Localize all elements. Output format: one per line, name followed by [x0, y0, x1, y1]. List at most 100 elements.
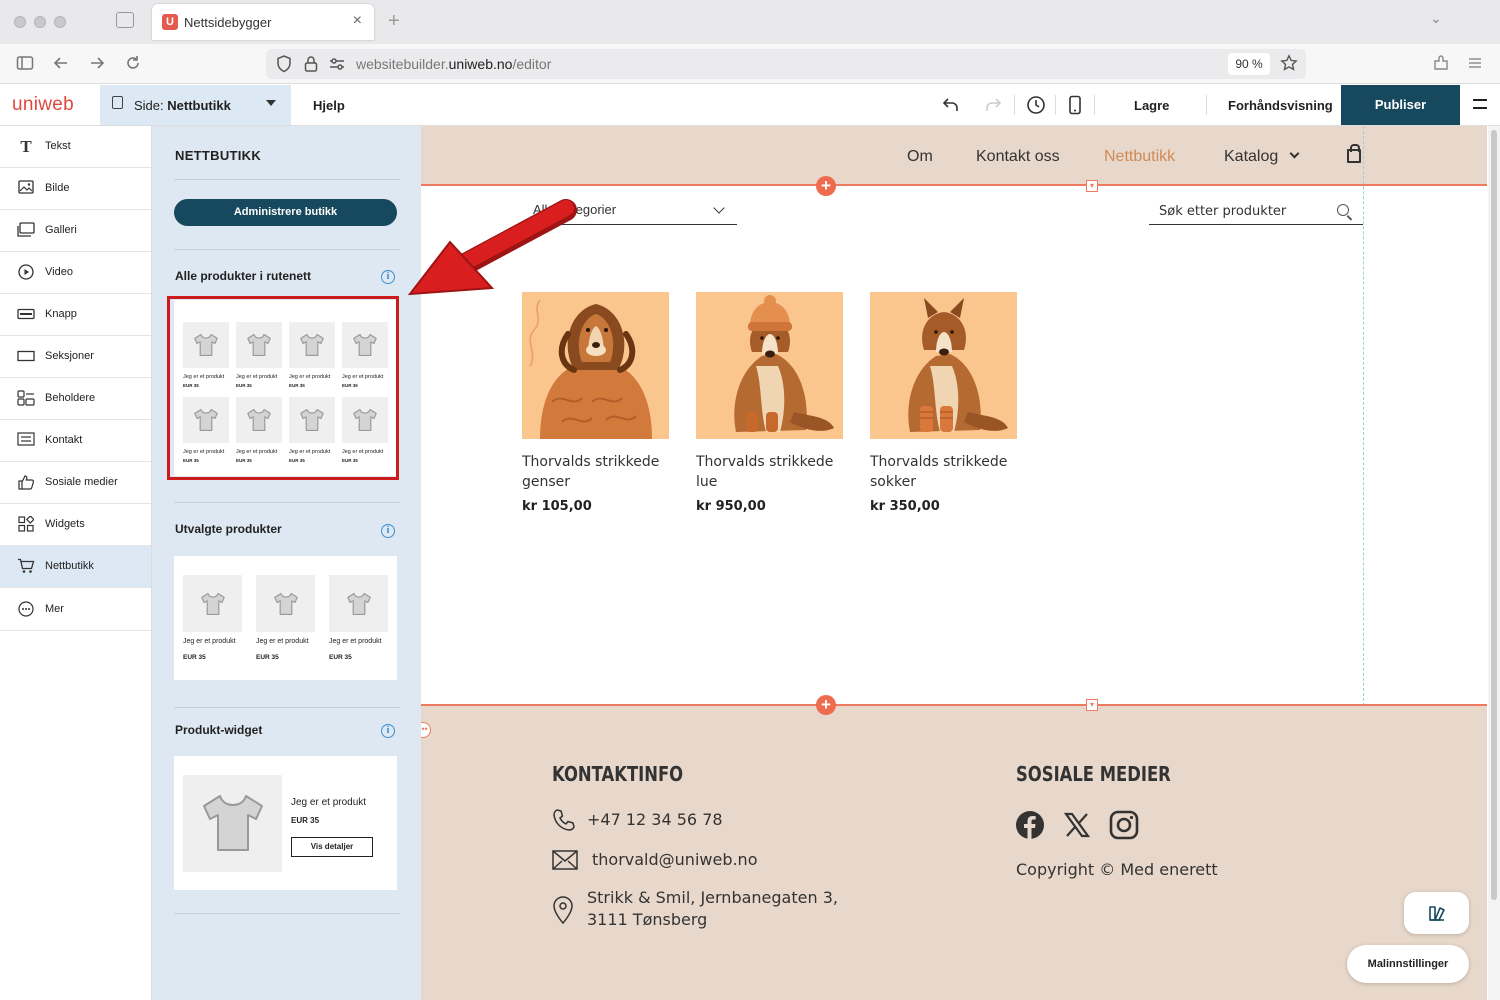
mini-product-name: Jeg er et produkt	[256, 638, 309, 645]
section-down-icon[interactable]: ▾	[1086, 180, 1098, 192]
section-options-icon[interactable]: •••	[421, 722, 431, 738]
zoom-level-badge[interactable]: 90 %	[1228, 53, 1270, 75]
tool-item-gallery[interactable]: Galleri	[0, 210, 151, 252]
editor-top-bar: uniweb Side: Nettbutikk Hjelp Lagre Forh…	[0, 85, 1500, 126]
product-widget-template[interactable]: Jeg er et produkt EUR 35 Vis detaljer	[174, 756, 397, 890]
hamburger-menu-icon[interactable]	[1473, 99, 1487, 109]
reload-icon[interactable]	[124, 54, 142, 75]
preview-button[interactable]: Forhåndsvisning	[1228, 98, 1333, 113]
text-icon: T	[20, 137, 32, 156]
contact-address-line2: 3111 Tønsberg	[587, 910, 708, 929]
tool-item-social-media[interactable]: Sosiale medier	[0, 462, 151, 504]
browser-tab-title: Nettsidebygger	[184, 15, 272, 30]
manage-shop-button[interactable]: Administrere butikk	[174, 199, 397, 226]
highlight-box	[167, 296, 399, 480]
tool-item-button[interactable]: Knapp	[0, 294, 151, 336]
tool-item-contact[interactable]: Kontakt	[0, 420, 151, 462]
tool-label: Kontakt	[45, 434, 83, 446]
dog-hat-image[interactable]	[696, 292, 843, 439]
contact-email[interactable]: thorvald@uniweb.no	[592, 849, 757, 871]
product-search	[1149, 201, 1363, 225]
save-button[interactable]: Lagre	[1134, 98, 1169, 113]
mobile-view-icon[interactable]	[1068, 95, 1082, 119]
history-icon[interactable]	[1026, 95, 1046, 119]
back-arrow-icon[interactable]	[52, 54, 70, 75]
contact-address-line1: Strikk & Smil, Jernbanegaten 3,	[587, 888, 838, 907]
app-menu-icon[interactable]	[1466, 54, 1484, 75]
lock-icon[interactable]	[304, 55, 318, 76]
tool-item-widgets[interactable]: Widgets	[0, 504, 151, 546]
add-section-icon[interactable]: +	[816, 695, 836, 715]
window-close-dot[interactable]	[14, 16, 26, 28]
containers-icon	[17, 390, 35, 408]
view-details-button: Vis detaljer	[291, 837, 373, 857]
dog-sweater-image[interactable]	[522, 292, 669, 439]
tool-label: Beholdere	[45, 392, 96, 404]
annotation-arrow-icon	[407, 199, 577, 296]
site-header[interactable]: Om Kontakt oss Nettbutikk Katalog	[421, 126, 1487, 186]
nav-link-shop[interactable]: Nettbutikk	[1104, 148, 1175, 166]
uniweb-logo[interactable]: uniweb	[12, 94, 74, 116]
info-icon[interactable]: i	[381, 270, 395, 284]
tool-item-sections[interactable]: Seksjoner	[0, 336, 151, 378]
window-zoom-dot[interactable]	[54, 16, 66, 28]
shopping-bag-icon[interactable]	[1347, 144, 1361, 163]
widget-product-price: EUR 35	[291, 816, 320, 825]
phone-icon	[552, 808, 576, 837]
canvas-scrollbar[interactable]	[1488, 126, 1500, 1000]
info-icon[interactable]: i	[381, 724, 395, 738]
toolbar-divider	[1206, 95, 1207, 115]
tool-item-more[interactable]: Mer	[0, 589, 151, 631]
window-minimize-dot[interactable]	[34, 16, 46, 28]
tshirt-icon	[183, 775, 282, 872]
product-name[interactable]: Thorvalds strikkede sokker	[870, 452, 1017, 492]
nav-link-contact[interactable]: Kontakt oss	[976, 148, 1060, 166]
facebook-icon[interactable]	[1015, 810, 1045, 840]
tool-label: Knapp	[45, 308, 77, 320]
tool-item-shop[interactable]: Nettbutikk	[0, 546, 151, 588]
publish-button[interactable]: Publiser	[1341, 85, 1460, 125]
section-down-icon[interactable]: ▾	[1086, 699, 1098, 711]
tool-item-video[interactable]: Video	[0, 252, 151, 294]
featured-products-template[interactable]: Jeg er et produkt EUR 35 Jeg er et produ…	[174, 556, 397, 680]
sidebar-toggle-icon[interactable]	[16, 54, 34, 75]
scrollbar-thumb[interactable]	[1491, 130, 1497, 900]
site-footer[interactable]: ••• KONTAKTINFO +47 12 34 56 78 thorvald…	[421, 704, 1487, 1000]
help-menu[interactable]: Hjelp	[313, 98, 345, 113]
search-icon[interactable]	[1337, 204, 1349, 216]
forward-arrow-icon[interactable]	[88, 54, 106, 75]
tool-item-containers[interactable]: Beholdere	[0, 378, 151, 420]
mini-product-name: Jeg er et produkt	[329, 638, 382, 645]
template-settings-button[interactable]: Malinnstillinger	[1347, 945, 1469, 983]
add-section-icon[interactable]: +	[816, 176, 836, 196]
redo-icon[interactable]	[984, 95, 1002, 119]
extensions-icon[interactable]	[1432, 54, 1450, 75]
undo-icon[interactable]	[942, 95, 960, 119]
product-search-input[interactable]	[1159, 201, 1329, 221]
product-name[interactable]: Thorvalds strikkede lue	[696, 452, 843, 492]
nav-link-catalog[interactable]: Katalog	[1224, 148, 1300, 166]
site-settings-icon[interactable]	[328, 55, 346, 76]
tool-item-image[interactable]: Bilde	[0, 168, 151, 210]
contact-phone[interactable]: +47 12 34 56 78	[587, 809, 723, 831]
address-bar[interactable]: websitebuilder.uniweb.no/editor 90 %	[266, 49, 1306, 79]
divider	[174, 707, 400, 708]
tab-overview-icon[interactable]	[116, 12, 134, 28]
page-selector[interactable]: Side: Nettbutikk	[100, 85, 291, 125]
dog-socks-image[interactable]	[870, 292, 1017, 439]
info-icon[interactable]: i	[381, 524, 395, 538]
new-tab-icon[interactable]: +	[388, 10, 400, 33]
bookmark-star-icon[interactable]	[1280, 54, 1298, 75]
close-tab-icon[interactable]: ×	[353, 12, 362, 30]
video-icon	[17, 264, 35, 282]
product-name[interactable]: Thorvalds strikkede genser	[522, 452, 669, 492]
browser-tab[interactable]: U Nettsidebygger ×	[152, 4, 374, 40]
instagram-icon[interactable]	[1109, 810, 1139, 840]
tool-item-text[interactable]: T Tekst	[0, 126, 151, 168]
x-icon[interactable]	[1062, 810, 1092, 840]
nav-link-about[interactable]: Om	[907, 148, 933, 166]
widget-product-name: Jeg er et produkt	[291, 797, 367, 808]
chevron-down-icon[interactable]: ⌄	[1430, 10, 1442, 27]
shield-icon[interactable]	[276, 55, 292, 76]
design-style-icon[interactable]	[1404, 892, 1469, 934]
